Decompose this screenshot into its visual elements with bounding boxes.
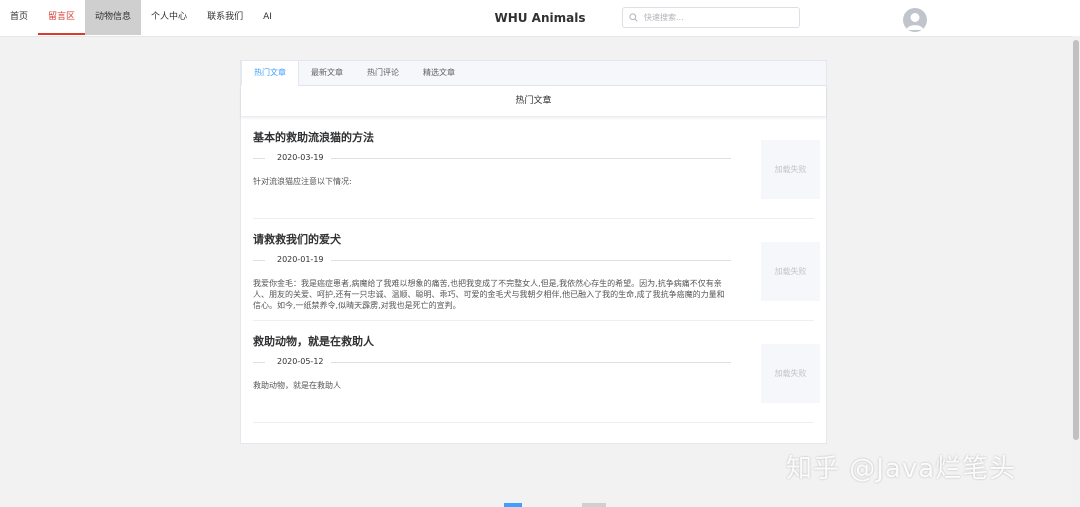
nav-item-message-board[interactable]: 留言区 <box>38 0 86 35</box>
nav-item-ai[interactable]: AI <box>253 0 282 35</box>
search-input[interactable] <box>642 12 796 23</box>
search-box[interactable] <box>622 7 800 28</box>
article-date: 2020-03-19 <box>277 153 324 162</box>
article-title[interactable]: 救助动物，就是在救助人 <box>253 333 374 349</box>
article-excerpt: 针对流浪猫应注意以下情况: <box>253 177 352 186</box>
divider <box>253 362 265 363</box>
pagination-next[interactable] <box>582 503 606 507</box>
pagination-current[interactable] <box>504 503 522 507</box>
article-thumbnail: 加载失败 <box>761 242 820 301</box>
avatar[interactable] <box>903 8 927 32</box>
article-date-row: 2020-03-19 <box>253 153 731 163</box>
divider <box>331 260 731 261</box>
tab-hot-articles[interactable]: 热门文章 <box>241 61 299 86</box>
user-icon <box>906 13 924 30</box>
article-date-row: 2020-01-19 <box>253 255 731 265</box>
panel-heading: 热门文章 <box>241 86 826 117</box>
divider <box>331 158 731 159</box>
nav-item-home[interactable]: 首页 <box>0 0 38 35</box>
nav-item-contact-us[interactable]: 联系我们 <box>197 0 253 35</box>
divider <box>253 158 265 159</box>
article-item[interactable]: 救助动物，就是在救助人 2020-05-12 救助动物，就是在救助人 加载失败 <box>253 321 820 423</box>
divider <box>253 260 265 261</box>
article-excerpt: 救助动物，就是在救助人 <box>253 381 341 390</box>
article-thumbnail: 加载失败 <box>761 140 820 199</box>
article-date: 2020-01-19 <box>277 255 324 264</box>
top-navbar: 首页 留言区 动物信息 个人中心 联系我们 AI WHU Animals <box>0 0 1080 37</box>
article-date-row: 2020-05-12 <box>253 357 731 367</box>
article-item[interactable]: 请救救我们的爱犬 2020-01-19 我爱你金毛：我是癌症患者,病魔给了我难以… <box>253 219 820 321</box>
tab-latest-articles[interactable]: 最新文章 <box>299 61 355 85</box>
search-icon <box>629 13 638 22</box>
tab-hot-comments[interactable]: 热门评论 <box>355 61 411 85</box>
page-scrollbar[interactable] <box>1072 36 1080 507</box>
nav-item-personal-center[interactable]: 个人中心 <box>141 0 197 35</box>
article-date: 2020-05-12 <box>277 357 324 366</box>
article-thumbnail: 加载失败 <box>761 344 820 403</box>
article-tabs: 热门文章 最新文章 热门评论 精选文章 <box>241 61 826 86</box>
main-nav: 首页 留言区 动物信息 个人中心 联系我们 AI <box>0 0 282 36</box>
article-item[interactable]: 基本的救助流浪猫的方法 2020-03-19 针对流浪猫应注意以下情况: 加载失… <box>253 117 820 219</box>
tab-featured-articles[interactable]: 精选文章 <box>411 61 467 85</box>
article-excerpt: 我爱你金毛：我是癌症患者,病魔给了我难以想象的痛苦,也把我变成了不完整女人,但是… <box>253 279 725 310</box>
scrollbar-thumb[interactable] <box>1073 40 1079 440</box>
nav-item-animal-info[interactable]: 动物信息 <box>85 0 142 35</box>
divider <box>331 362 731 363</box>
watermark: 知乎 @Java烂笔头 <box>786 454 1017 484</box>
article-title[interactable]: 请救救我们的爱犬 <box>253 231 341 247</box>
article-title[interactable]: 基本的救助流浪猫的方法 <box>253 129 374 145</box>
articles-card: 热门文章 最新文章 热门评论 精选文章 热门文章 基本的救助流浪猫的方法 202… <box>240 60 827 444</box>
